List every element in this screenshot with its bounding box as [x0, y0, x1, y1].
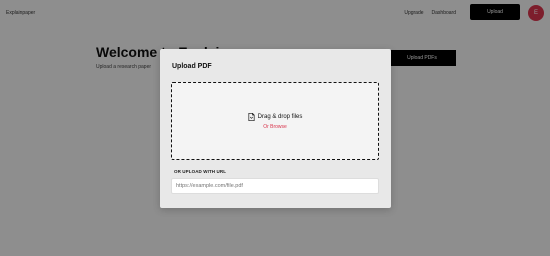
url-label: OR UPLOAD WITH URL	[174, 169, 227, 174]
dropzone-prompt: Drag & drop files	[172, 113, 378, 121]
dropzone-text: Drag & drop files	[257, 114, 303, 120]
browse-link[interactable]: Or Browse	[172, 124, 378, 130]
file-icon	[248, 113, 255, 121]
url-input[interactable]	[171, 178, 379, 194]
upload-pdf-modal: Upload PDF Drag & drop files Or Browse O…	[160, 49, 391, 208]
modal-title: Upload PDF	[172, 63, 212, 70]
file-dropzone[interactable]: Drag & drop files Or Browse	[171, 82, 379, 160]
